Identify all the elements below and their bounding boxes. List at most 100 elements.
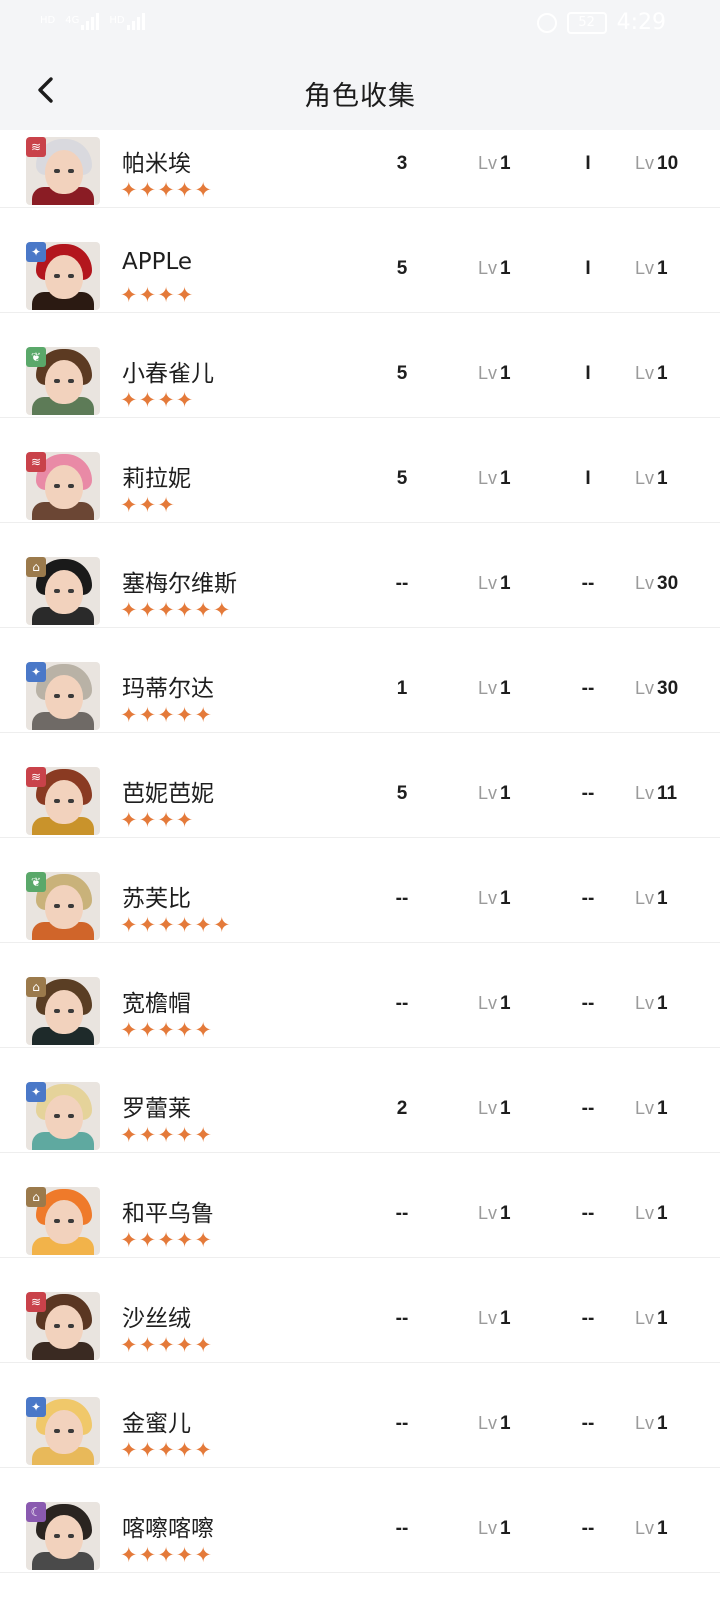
star-element-icon: ✦ — [26, 662, 46, 682]
lv-value: 1 — [657, 1413, 668, 1434]
character-name: 和平乌鲁 — [122, 1201, 214, 1227]
character-row[interactable]: ≋ 莉拉妮 ✦✦✦ 5 Lv 1 I Lv 1 — [0, 417, 720, 523]
stat-column-c: -- — [581, 678, 595, 699]
portrait-eye — [54, 1429, 60, 1433]
stat-column-a: -- — [395, 573, 409, 594]
lv-value: 30 — [657, 573, 679, 594]
stat-column-a: 5 — [396, 258, 408, 279]
character-row[interactable]: ⌂ 塞梅尔维斯 ✦✦✦✦✦✦ -- Lv 1 -- Lv 30 — [0, 522, 720, 628]
lv-value: 1 — [500, 258, 511, 279]
character-row[interactable]: ❦ 苏芙比 ✦✦✦✦✦✦ -- Lv 1 -- Lv 1 — [0, 837, 720, 943]
lv-label: Lv — [635, 678, 655, 698]
level-d: Lv 1 — [635, 363, 668, 385]
character-row[interactable]: ✦ APPLe ✦✦✦✦ 5 Lv 1 I Lv 1 — [0, 207, 720, 313]
lv-value: 1 — [500, 573, 511, 594]
lv-value: 1 — [500, 678, 511, 699]
star-rating: ✦✦✦✦✦✦ — [120, 913, 232, 937]
character-name: 芭妮芭妮 — [122, 781, 214, 807]
lv-label: Lv — [478, 678, 498, 698]
lv-label: Lv — [635, 153, 655, 173]
stat-column-a: 3 — [396, 153, 408, 174]
character-list[interactable]: ≋ 帕米埃 ✦✦✦✦✦ 3 Lv 1 I Lv 10 ✦ APPLe ✦✦✦✦ 5 Lv 1 I Lv 1 ❦ 小春雀… — [0, 130, 720, 1600]
character-portrait: ≋ — [26, 137, 100, 205]
lv-value: 1 — [500, 1413, 511, 1434]
lv-label: Lv — [478, 468, 498, 488]
clock: 4:29 — [616, 10, 666, 35]
level-d: Lv 10 — [635, 153, 678, 175]
status-right: 52 4:29 — [536, 10, 666, 35]
lv-value: 1 — [500, 1308, 511, 1329]
level-d: Lv 1 — [635, 1203, 668, 1225]
lv-label: Lv — [478, 363, 498, 383]
level-d: Lv 1 — [635, 258, 668, 280]
portrait-eye — [54, 274, 60, 278]
hd-indicator: HD — [40, 16, 55, 26]
portrait-eye — [54, 1324, 60, 1328]
character-row[interactable]: ✦ 玛蒂尔达 ✦✦✦✦✦ 1 Lv 1 -- Lv 30 — [0, 627, 720, 733]
stat-column-c: -- — [581, 888, 595, 909]
stat-column-a: -- — [395, 1413, 409, 1434]
character-portrait: ✦ — [26, 1397, 100, 1465]
character-row[interactable]: ≋ 沙丝绒 ✦✦✦✦✦ -- Lv 1 -- Lv 1 — [0, 1257, 720, 1363]
character-portrait: ✦ — [26, 662, 100, 730]
lv-label: Lv — [478, 1308, 498, 1328]
stat-column-a: -- — [395, 888, 409, 909]
star-rating: ✦✦✦✦✦ — [120, 1543, 213, 1567]
character-row[interactable]: ❦ 小春雀儿 ✦✦✦✦ 5 Lv 1 I Lv 1 — [0, 312, 720, 418]
portrait-eye — [68, 799, 74, 803]
character-row[interactable]: ≋ 帕米埃 ✦✦✦✦✦ 3 Lv 1 I Lv 10 — [0, 130, 720, 208]
wind-element-icon: ≋ — [26, 452, 46, 472]
star-rating: ✦✦✦✦✦ — [120, 1333, 213, 1357]
level-b: Lv 1 — [478, 1098, 511, 1120]
star-rating: ✦✦✦✦✦ — [120, 703, 213, 727]
portrait-eye — [54, 1534, 60, 1538]
star-rating: ✦✦✦✦✦ — [120, 1018, 213, 1042]
level-b: Lv 1 — [478, 363, 511, 385]
character-portrait: ✦ — [26, 242, 100, 310]
lv-label: Lv — [478, 1098, 498, 1118]
character-name: APPLe — [122, 249, 193, 275]
portrait-face — [45, 1515, 83, 1559]
character-row[interactable]: ≋ 芭妮芭妮 ✦✦✦✦ 5 Lv 1 -- Lv 11 — [0, 732, 720, 838]
stat-column-c: -- — [581, 573, 595, 594]
portrait-eye — [54, 589, 60, 593]
lv-value: 1 — [657, 363, 668, 384]
character-name: 喀嚓喀嚓 — [122, 1516, 214, 1542]
rock-element-icon: ⌂ — [26, 557, 46, 577]
level-b: Lv 1 — [478, 153, 511, 175]
character-row[interactable]: ✦ 罗蕾莱 ✦✦✦✦✦ 2 Lv 1 -- Lv 1 — [0, 1047, 720, 1153]
character-portrait: ≋ — [26, 452, 100, 520]
star-rating: ✦✦✦✦✦ — [120, 178, 213, 202]
level-b: Lv 1 — [478, 783, 511, 805]
portrait-eye — [68, 589, 74, 593]
signal-icon-2: HD — [109, 12, 145, 30]
lv-label: Lv — [478, 783, 498, 803]
lv-value: 1 — [657, 888, 668, 909]
stat-column-c: -- — [581, 1308, 595, 1329]
portrait-face — [45, 150, 83, 194]
lv-label: Lv — [635, 993, 655, 1013]
portrait-face — [45, 1095, 83, 1139]
lv-value: 1 — [657, 1308, 668, 1329]
level-d: Lv 1 — [635, 1518, 668, 1540]
stat-column-a: -- — [395, 1308, 409, 1329]
level-b: Lv 1 — [478, 1413, 511, 1435]
lv-label: Lv — [635, 363, 655, 383]
character-row[interactable]: ☾ 喀嚓喀嚓 ✦✦✦✦✦ -- Lv 1 -- Lv 1 — [0, 1467, 720, 1573]
character-row[interactable]: ⌂ 宽檐帽 ✦✦✦✦✦ -- Lv 1 -- Lv 1 — [0, 942, 720, 1048]
portrait-eye — [54, 694, 60, 698]
character-portrait: ❦ — [26, 872, 100, 940]
lv-value: 1 — [500, 1098, 511, 1119]
lv-value: 30 — [657, 678, 679, 699]
stat-column-c: I — [585, 468, 591, 489]
star-rating: ✦✦✦✦✦ — [120, 1228, 213, 1252]
character-row[interactable]: ⌂ 和平乌鲁 ✦✦✦✦✦ -- Lv 1 -- Lv 1 — [0, 1152, 720, 1258]
stat-column-c: -- — [581, 1098, 595, 1119]
header: 角色收集 — [0, 52, 720, 130]
star-rating: ✦✦✦ — [120, 493, 176, 517]
stat-column-a: -- — [395, 1518, 409, 1539]
character-name: 罗蕾莱 — [122, 1096, 191, 1122]
lv-value: 10 — [657, 153, 679, 174]
portrait-eye — [68, 904, 74, 908]
character-row[interactable]: ✦ 金蜜儿 ✦✦✦✦✦ -- Lv 1 -- Lv 1 — [0, 1362, 720, 1468]
